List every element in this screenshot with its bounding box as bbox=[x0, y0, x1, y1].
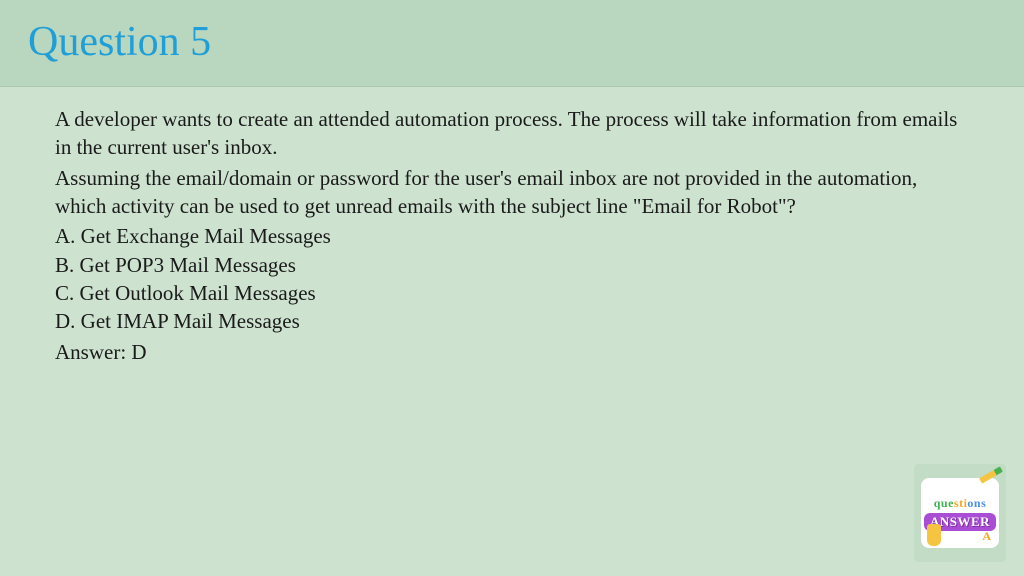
logo-paper: questions ANSWER A bbox=[921, 478, 999, 548]
option-a: A. Get Exchange Mail Messages bbox=[55, 222, 969, 250]
question-title: Question 5 bbox=[28, 18, 996, 66]
option-d: D. Get IMAP Mail Messages bbox=[55, 307, 969, 335]
slide-header: Question 5 bbox=[0, 0, 1024, 87]
options-list: A. Get Exchange Mail Messages B. Get POP… bbox=[55, 222, 969, 335]
option-c: C. Get Outlook Mail Messages bbox=[55, 279, 969, 307]
question-paragraph-2: Assuming the email/domain or password fo… bbox=[55, 164, 969, 221]
logo-letter-a: A bbox=[982, 529, 991, 544]
logo-questions-text: questions bbox=[934, 496, 987, 511]
option-b: B. Get POP3 Mail Messages bbox=[55, 251, 969, 279]
answer-line: Answer: D bbox=[55, 338, 969, 366]
questions-answer-logo: questions ANSWER A bbox=[914, 464, 1006, 562]
question-paragraph-1: A developer wants to create an attended … bbox=[55, 105, 969, 162]
question-content: A developer wants to create an attended … bbox=[0, 87, 1024, 366]
character-icon bbox=[927, 524, 941, 546]
pencil-icon bbox=[979, 466, 1003, 483]
